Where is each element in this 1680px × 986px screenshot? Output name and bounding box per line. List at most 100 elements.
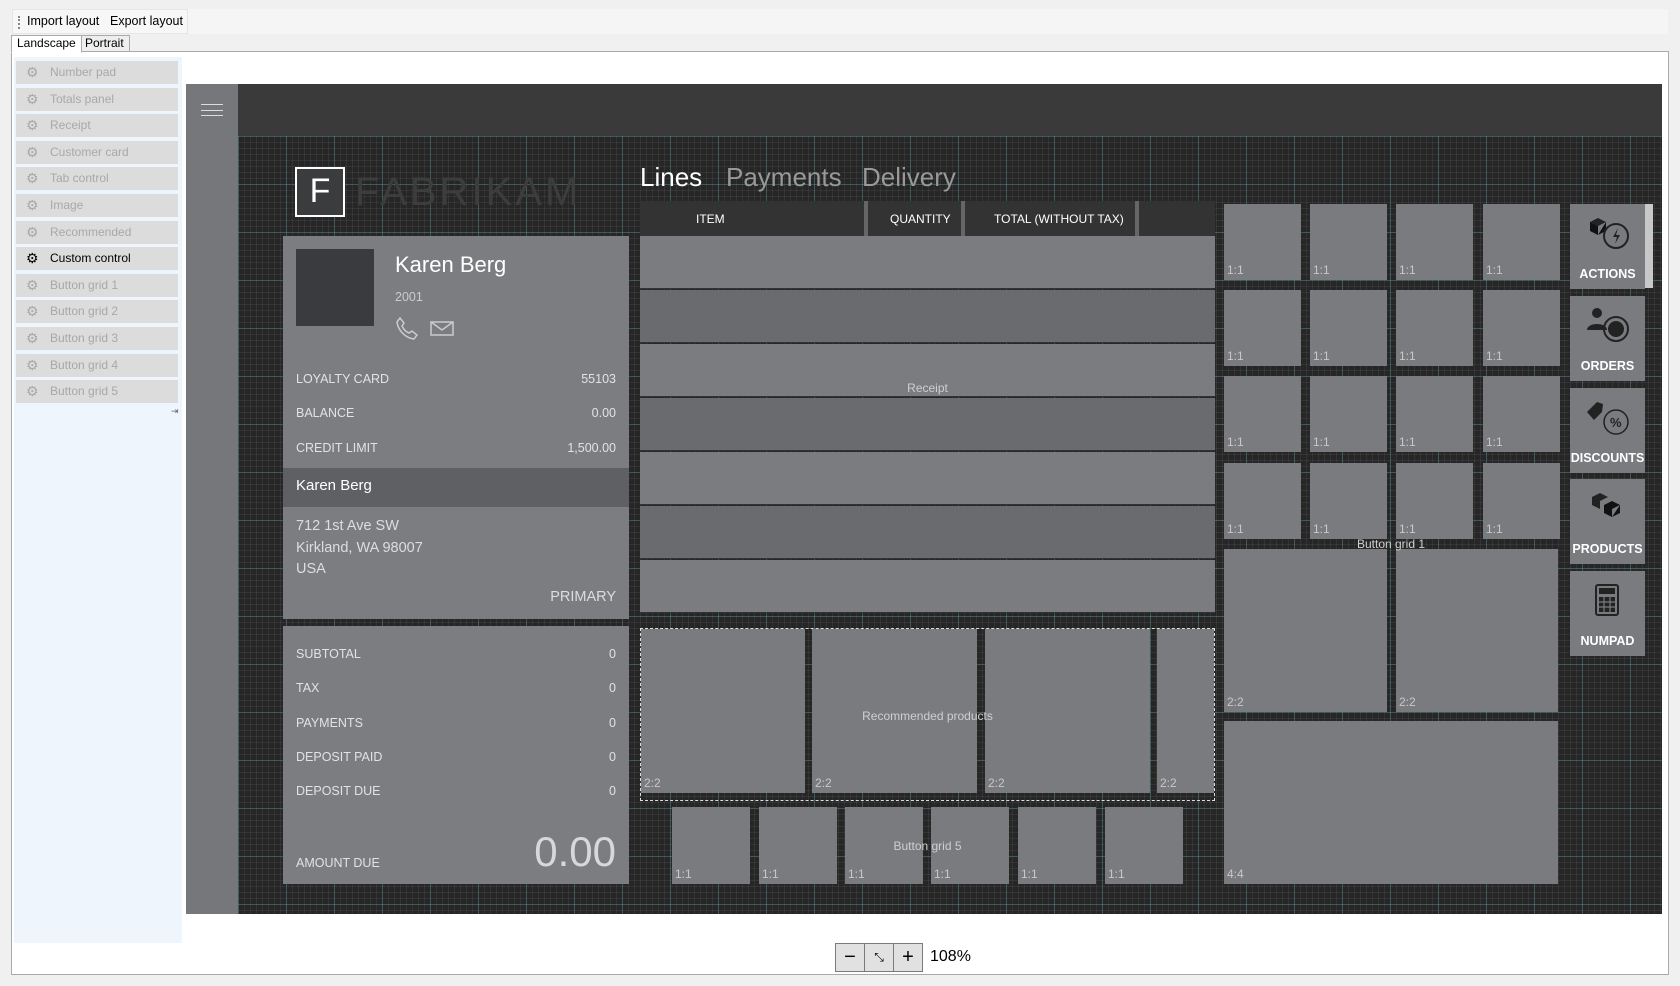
hamburger-menu-icon[interactable] (201, 104, 223, 116)
button-grid-1-tile[interactable]: 1:1 (1224, 463, 1301, 539)
column-item[interactable]: ITEM (696, 212, 725, 226)
receipt-row[interactable] (640, 236, 1215, 289)
tab-delivery[interactable]: Delivery (862, 162, 956, 193)
numpad-icon (1595, 584, 1619, 616)
button-grid-1-tile[interactable]: 1:1 (1483, 463, 1560, 539)
side-button-label: ORDERS (1580, 359, 1635, 373)
button-grid-5-tile[interactable]: 1:1 (931, 807, 1009, 884)
side-scrollbar[interactable] (1645, 204, 1653, 288)
button-grid-1-tile[interactable]: 1:1 (1310, 290, 1387, 366)
button-grid-5-tile[interactable]: 1:1 (845, 807, 923, 884)
button-grid-1-tile[interactable]: 4:4 (1224, 721, 1558, 884)
tile-size-label: 1:1 (1399, 435, 1416, 449)
side-button-orders[interactable]: ORDERS (1570, 296, 1645, 381)
palette-item[interactable]: ⚙ Tab control (16, 167, 178, 191)
palette-item[interactable]: ⚙ Button grid 1 (16, 273, 178, 297)
button-grid-5-tile[interactable]: 1:1 (1018, 807, 1096, 884)
palette-item-label: Number pad (50, 65, 117, 79)
receipt-row[interactable] (640, 452, 1215, 505)
palette-item-label: Button grid 1 (50, 277, 119, 292)
receipt-row[interactable] (640, 398, 1215, 451)
tile-size-label: 1:1 (1486, 263, 1503, 277)
customer-id: 2001 (395, 290, 423, 304)
side-button-products[interactable]: PRODUCTS (1570, 479, 1645, 564)
button-grid-1-tile[interactable]: 1:1 (1224, 290, 1301, 366)
tile-size-label: 4:4 (1227, 867, 1244, 881)
palette-item[interactable]: ⚙Recommended products (16, 220, 178, 262)
import-layout-button[interactable]: Import layout (27, 14, 99, 28)
balance-label: BALANCE (296, 406, 355, 420)
gear-icon: ⚙ (26, 303, 39, 320)
button-grid-1-tile[interactable]: 1:1 (1396, 463, 1473, 539)
tab-payments[interactable]: Payments (726, 162, 842, 193)
tile-size-label: 1:1 (1227, 522, 1244, 536)
tab-lines[interactable]: Lines (640, 162, 702, 193)
side-button-numpad[interactable]: NUMPAD (1570, 571, 1645, 656)
button-grid-1-tile[interactable]: 1:1 (1396, 376, 1473, 452)
zoom-level: 108% (930, 948, 971, 965)
palette-item[interactable]: ⚙ Button grid 3 (16, 327, 178, 350)
gear-icon: ⚙ (26, 356, 39, 373)
tab-landscape[interactable]: Landscape (11, 35, 82, 53)
button-grid-1-tile[interactable]: 1:1 (1310, 204, 1387, 280)
export-layout-button[interactable]: Export layout (110, 14, 183, 28)
totals-value: 0 (609, 749, 616, 764)
totals-value: 0 (609, 647, 616, 661)
tab-portrait[interactable]: Portrait (79, 35, 130, 52)
button-grid-5-tile[interactable]: 1:1 (1105, 807, 1183, 884)
receipt-row[interactable] (640, 344, 1215, 397)
button-grid-1-tile[interactable]: 1:1 (1224, 376, 1301, 452)
palette-item[interactable]: ⚙ Number pad (16, 61, 178, 84)
button-grid-1-tile[interactable]: 1:1 (1483, 204, 1560, 280)
button-grid-5-tile[interactable]: 1:1 (672, 807, 750, 884)
fit-to-screen-icon[interactable]: ⤡ (864, 943, 894, 972)
credit-limit-value: 1,500.00 (567, 441, 616, 455)
email-icon[interactable] (430, 321, 454, 337)
expand-panel-icon[interactable]: ⇥ (171, 406, 179, 417)
gear-icon: ⚙ (26, 330, 39, 346)
palette-item[interactable]: ⚙ Custom control (16, 247, 178, 271)
gear-icon: ⚙ (26, 117, 39, 134)
receipt-row[interactable] (640, 506, 1215, 559)
button-grid-1-tile[interactable]: 1:1 (1310, 376, 1387, 452)
palette-item[interactable]: ⚙ Button grid 5 (16, 380, 178, 404)
palette-item[interactable]: ⚙ Image (16, 194, 178, 217)
button-grid-1-tile[interactable]: 2:2 (1224, 549, 1387, 712)
button-grid-1-tile[interactable]: 1:1 (1310, 463, 1387, 539)
button-grid-1-tile[interactable]: 1:1 (1224, 204, 1301, 280)
button-grid-5-tile[interactable]: 1:1 (759, 807, 837, 884)
toolbar-grip[interactable] (18, 16, 20, 29)
phone-icon[interactable] (395, 316, 419, 340)
side-button-label: PRODUCTS (1572, 542, 1643, 556)
address-line: 712 1st Ave SW (296, 518, 399, 534)
totals-label: DEPOSIT DUE (296, 784, 381, 799)
side-button-actions[interactable]: ACTIONS (1570, 204, 1645, 289)
palette-item-label: Receipt (50, 118, 91, 133)
button-grid-1-tile[interactable]: 2:2 (1396, 549, 1558, 712)
toolbar-strip (188, 9, 1668, 34)
receipt-row[interactable] (640, 560, 1215, 613)
button-grid-1-tile[interactable]: 1:1 (1483, 290, 1560, 366)
receipt-row[interactable] (640, 290, 1215, 343)
button-grid-1-tile[interactable]: 1:1 (1483, 376, 1560, 452)
button-grid-1-tile[interactable]: 1:1 (1396, 204, 1473, 280)
palette-item[interactable]: ⚙ Button grid 4 (16, 353, 178, 377)
column-quantity[interactable]: QUANTITY (890, 212, 951, 226)
gear-icon: ⚙ (26, 143, 39, 160)
gear-icon: ⚙ (26, 383, 39, 400)
side-button-label: NUMPAD (1580, 634, 1635, 648)
recommended-products-selection[interactable] (640, 628, 1215, 801)
address-line: USA (296, 561, 326, 577)
palette-item[interactable]: ⚙ Customer card (16, 140, 178, 164)
side-button-discounts[interactable]: % DISCOUNTS (1570, 388, 1645, 473)
column-total[interactable]: TOTAL (WITHOUT TAX) (994, 212, 1124, 226)
loyalty-label: LOYALTY CARD (296, 372, 390, 386)
zoom-in-button[interactable]: + (893, 943, 923, 972)
palette-item[interactable]: ⚙ Receipt (16, 114, 178, 138)
tile-size-label: 1:1 (1313, 263, 1330, 277)
button-grid-1-tile[interactable]: 1:1 (1396, 290, 1473, 366)
palette-item[interactable]: ⚙ Button grid 2 (16, 300, 178, 324)
tile-size-label: 1:1 (1021, 867, 1038, 881)
palette-item[interactable]: ⚙ Totals panel (16, 87, 178, 111)
zoom-out-button[interactable]: − (835, 943, 865, 972)
